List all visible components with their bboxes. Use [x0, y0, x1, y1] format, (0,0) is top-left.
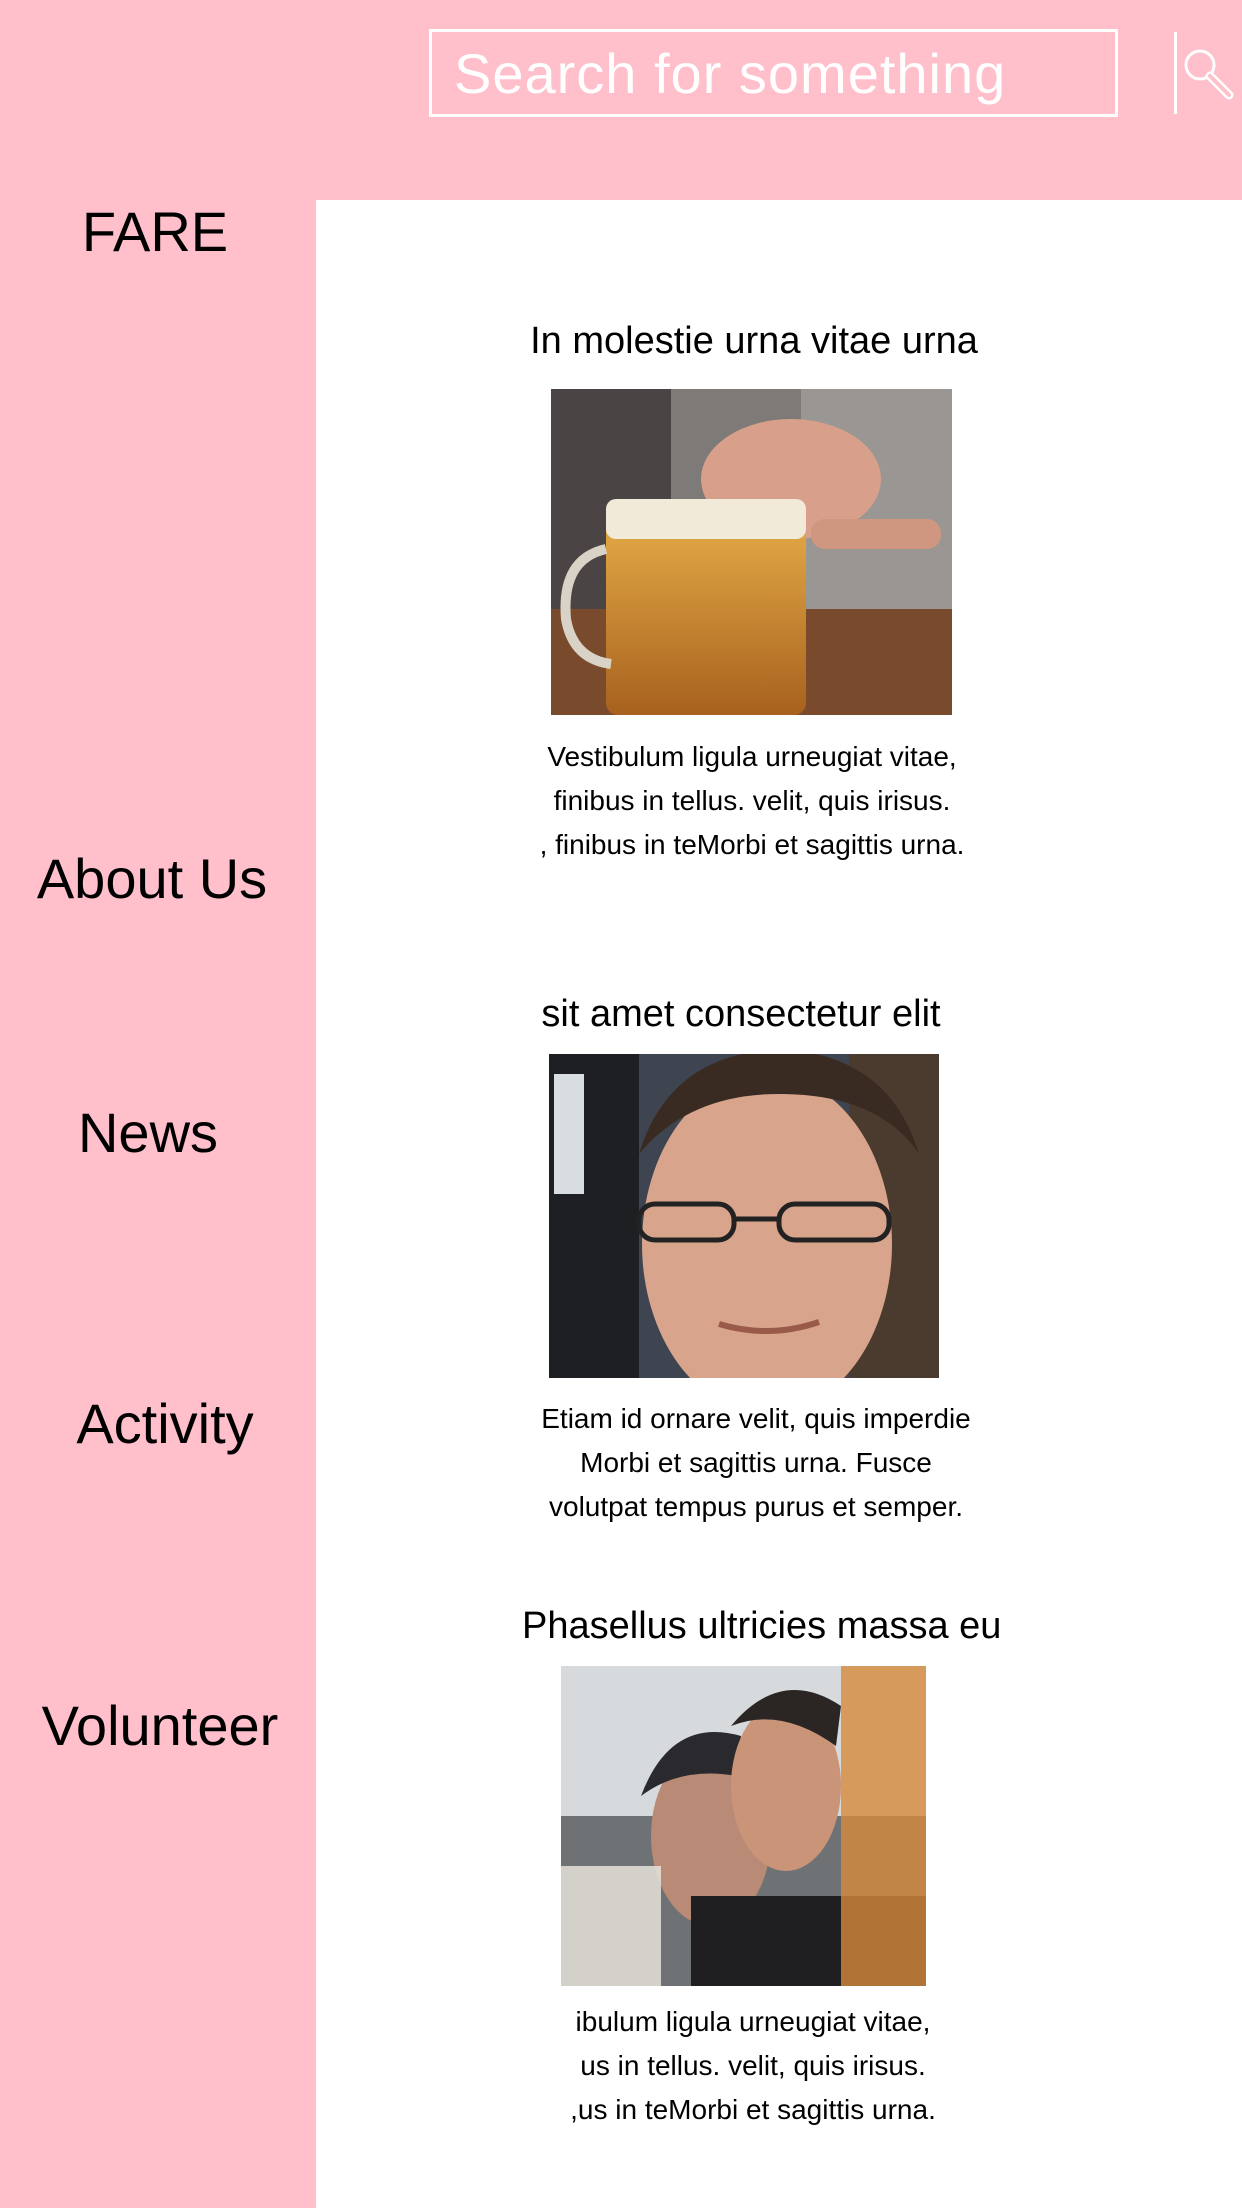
search-input[interactable]: [432, 32, 1174, 114]
card-3-title[interactable]: Phasellus ultricies massa eu: [522, 1604, 1001, 1648]
card-2-line-1: Etiam id ornare velit, quis imperdie: [541, 1403, 971, 1434]
card-2-line-2: Morbi et sagittis urna. Fusce: [580, 1447, 932, 1478]
search-icon: [1184, 49, 1234, 100]
card-1-line-2: finibus in tellus. velit, quis irisus.: [553, 785, 951, 816]
card-2-line-3: volutpat tempus purus et semper.: [549, 1491, 963, 1522]
nav-about-us[interactable]: About Us: [0, 847, 310, 911]
card-1-line-1: Vestibulum ligula urneugiat vitae,: [547, 741, 957, 772]
sidebar: [0, 200, 316, 2208]
nav-activity[interactable]: Activity: [7, 1392, 323, 1456]
card-1-text: Vestibulum ligula urneugiat vitae, finib…: [516, 735, 988, 867]
logo[interactable]: FARE: [0, 200, 310, 264]
card-2-text: Etiam id ornare velit, quis imperdie Mor…: [523, 1397, 989, 1529]
card-1-title[interactable]: In molestie urna vitae urna: [526, 319, 982, 363]
nav-volunteer[interactable]: Volunteer: [2, 1694, 318, 1758]
nav-news[interactable]: News: [0, 1101, 306, 1165]
card-3-line-2: us in tellus. velit, quis irisus.: [580, 2050, 926, 2081]
card-3-line-3: ,us in teMorbi et sagittis urna.: [570, 2094, 936, 2125]
search-button[interactable]: [1174, 32, 1237, 114]
card-1-line-3: , finibus in teMorbi et sagittis urna.: [539, 829, 965, 860]
card-2-image[interactable]: [549, 1054, 939, 1378]
card-2-title[interactable]: sit amet consectetur elit: [528, 992, 954, 1036]
top-bar: [0, 0, 1242, 200]
card-3-text: ibulum ligula urneugiat vitae, us in tel…: [555, 2000, 951, 2132]
search-box: [429, 29, 1234, 117]
card-3-line-1: ibulum ligula urneugiat vitae,: [575, 2006, 931, 2037]
card-3-image[interactable]: [561, 1666, 926, 1986]
card-1-image[interactable]: [551, 389, 952, 715]
